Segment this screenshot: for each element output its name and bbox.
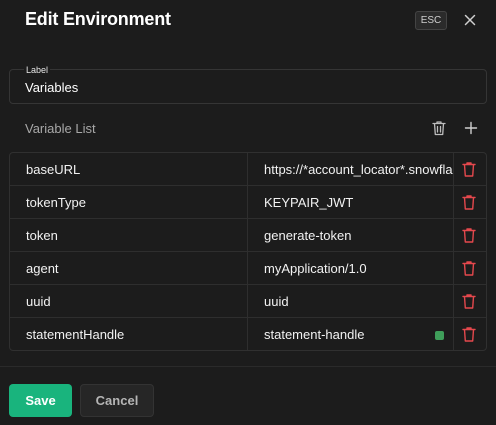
variable-value[interactable]: statement-handle xyxy=(264,318,453,350)
delete-row-button[interactable] xyxy=(461,260,477,277)
variable-table: baseURL https://*account_locator*.snowfl… xyxy=(9,152,487,351)
delete-row-button[interactable] xyxy=(461,227,477,244)
table-row: statementHandle statement-handle xyxy=(10,318,486,350)
trash-icon xyxy=(462,195,476,210)
delete-all-variables-button[interactable] xyxy=(430,119,448,137)
esc-key-badge: ESC xyxy=(415,11,447,30)
status-indicator xyxy=(435,331,444,340)
delete-row-button[interactable] xyxy=(461,194,477,211)
edit-environment-dialog: Edit Environment ESC Label Variable List… xyxy=(0,0,496,425)
table-row: agent myApplication/1.0 xyxy=(10,252,486,285)
variable-value[interactable]: https://*account_locator*.snowflakecompu… xyxy=(264,153,453,186)
save-button[interactable]: Save xyxy=(9,384,72,417)
trash-icon xyxy=(462,228,476,243)
column-divider xyxy=(247,186,248,218)
column-divider xyxy=(453,252,454,284)
variable-list-title: Variable List xyxy=(25,121,96,136)
variable-value[interactable]: uuid xyxy=(264,285,453,318)
table-row: baseURL https://*account_locator*.snowfl… xyxy=(10,153,486,186)
footer-divider xyxy=(0,366,496,367)
close-icon xyxy=(464,14,476,26)
label-caption: Label xyxy=(24,65,51,75)
variable-value[interactable]: KEYPAIR_JWT xyxy=(264,186,453,219)
variable-value[interactable]: myApplication/1.0 xyxy=(264,252,453,285)
column-divider xyxy=(247,252,248,284)
table-row: token generate-token xyxy=(10,219,486,252)
variable-key[interactable]: uuid xyxy=(26,285,51,318)
variable-key[interactable]: baseURL xyxy=(26,153,80,186)
delete-row-button[interactable] xyxy=(461,326,477,343)
trash-icon xyxy=(462,327,476,342)
column-divider xyxy=(247,318,248,350)
dialog-header: Edit Environment ESC xyxy=(0,0,496,44)
label-field xyxy=(9,69,487,104)
variable-value[interactable]: generate-token xyxy=(264,219,453,252)
delete-row-button[interactable] xyxy=(461,293,477,310)
trash-icon xyxy=(432,121,446,136)
column-divider xyxy=(453,219,454,251)
column-divider xyxy=(453,186,454,218)
column-divider xyxy=(453,153,454,185)
dialog-title: Edit Environment xyxy=(25,9,171,29)
column-divider xyxy=(453,318,454,350)
close-button[interactable] xyxy=(461,11,479,29)
variable-key[interactable]: agent xyxy=(26,252,59,285)
trash-icon xyxy=(462,294,476,309)
plus-icon xyxy=(464,121,478,135)
delete-row-button[interactable] xyxy=(461,161,477,178)
column-divider xyxy=(247,153,248,185)
column-divider xyxy=(453,285,454,317)
table-row: tokenType KEYPAIR_JWT xyxy=(10,186,486,219)
variable-key[interactable]: statementHandle xyxy=(26,318,124,350)
trash-icon xyxy=(462,162,476,177)
table-row: uuid uuid xyxy=(10,285,486,318)
variable-key[interactable]: token xyxy=(26,219,58,252)
variable-key[interactable]: tokenType xyxy=(26,186,86,219)
cancel-button[interactable]: Cancel xyxy=(80,384,154,417)
trash-icon xyxy=(462,261,476,276)
label-input[interactable] xyxy=(25,78,465,96)
add-variable-button[interactable] xyxy=(462,119,480,137)
column-divider xyxy=(247,219,248,251)
column-divider xyxy=(247,285,248,317)
